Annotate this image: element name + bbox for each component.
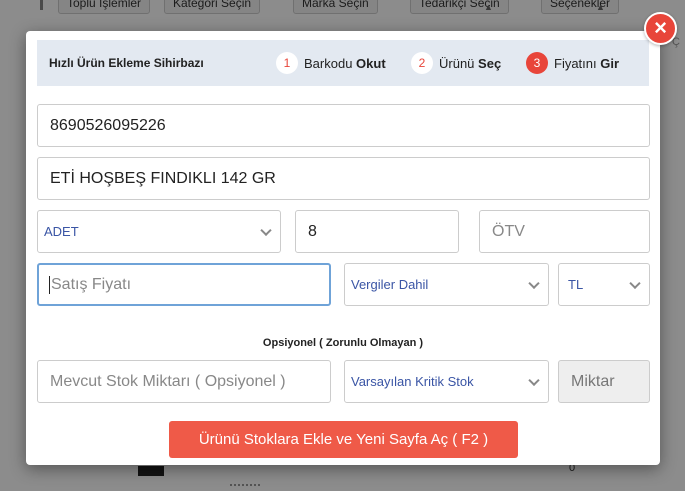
tax-select[interactable]: Vergiler Dahil: [344, 263, 549, 306]
amount-input: Miktar: [558, 360, 650, 403]
close-icon[interactable]: ×: [644, 12, 677, 45]
step-number: 1: [276, 52, 298, 74]
step-select-product: 2 Ürünü Seç: [411, 51, 501, 75]
chevron-down-icon: [629, 277, 641, 289]
critical-stock-select[interactable]: Varsayılan Kritik Stok: [344, 360, 549, 403]
current-stock-input[interactable]: Mevcut Stok Miktarı ( Opsiyonel ): [37, 360, 331, 403]
chevron-down-icon: [528, 277, 540, 289]
step-number: 2: [411, 52, 433, 74]
wizard-header: Hızlı Ürün Ekleme Sihirbazı 1 Barkodu Ok…: [37, 40, 649, 86]
optional-section-label: Opsiyonel ( Zorunlu Olmayan ): [262, 337, 424, 349]
step-enter-price: 3 Fiyatını Gir: [526, 51, 619, 75]
critical-stock-value: Varsayılan Kritik Stok: [351, 374, 474, 389]
otv-input[interactable]: ÖTV: [479, 210, 650, 253]
barcode-input[interactable]: 8690526095226: [37, 104, 650, 147]
step-scan-barcode: 1 Barkodu Okut: [276, 51, 386, 75]
product-name-input[interactable]: ETİ HOŞBEŞ FINDIKLI 142 GR: [37, 157, 650, 200]
sale-price-input[interactable]: Satış Fiyatı: [37, 263, 331, 306]
step-label: Barkodu Okut: [304, 55, 386, 71]
step-label: Fiyatını Gir: [554, 55, 620, 71]
step-number-active: 3: [526, 52, 548, 74]
sale-price-placeholder: Satış Fiyatı: [51, 275, 132, 293]
currency-select-value: TL: [568, 277, 584, 292]
quick-product-wizard-modal: Hızlı Ürün Ekleme Sihirbazı 1 Barkodu Ok…: [26, 31, 660, 465]
quantity-input[interactable]: 8: [295, 210, 459, 253]
chevron-down-icon: [260, 224, 272, 236]
add-to-stock-button[interactable]: Ürünü Stoklara Ekle ve Yeni Sayfa Aç ( F…: [169, 421, 518, 458]
step-label: Ürünü Seç: [439, 55, 502, 71]
chevron-down-icon: [528, 374, 540, 386]
currency-select[interactable]: TL: [558, 263, 650, 306]
wizard-title: Hızlı Ürün Ekleme Sihirbazı: [49, 56, 204, 70]
unit-select-value: ADET: [44, 224, 79, 239]
unit-select[interactable]: ADET: [37, 210, 281, 253]
tax-select-value: Vergiler Dahil: [351, 277, 429, 292]
text-caret: [49, 275, 50, 294]
